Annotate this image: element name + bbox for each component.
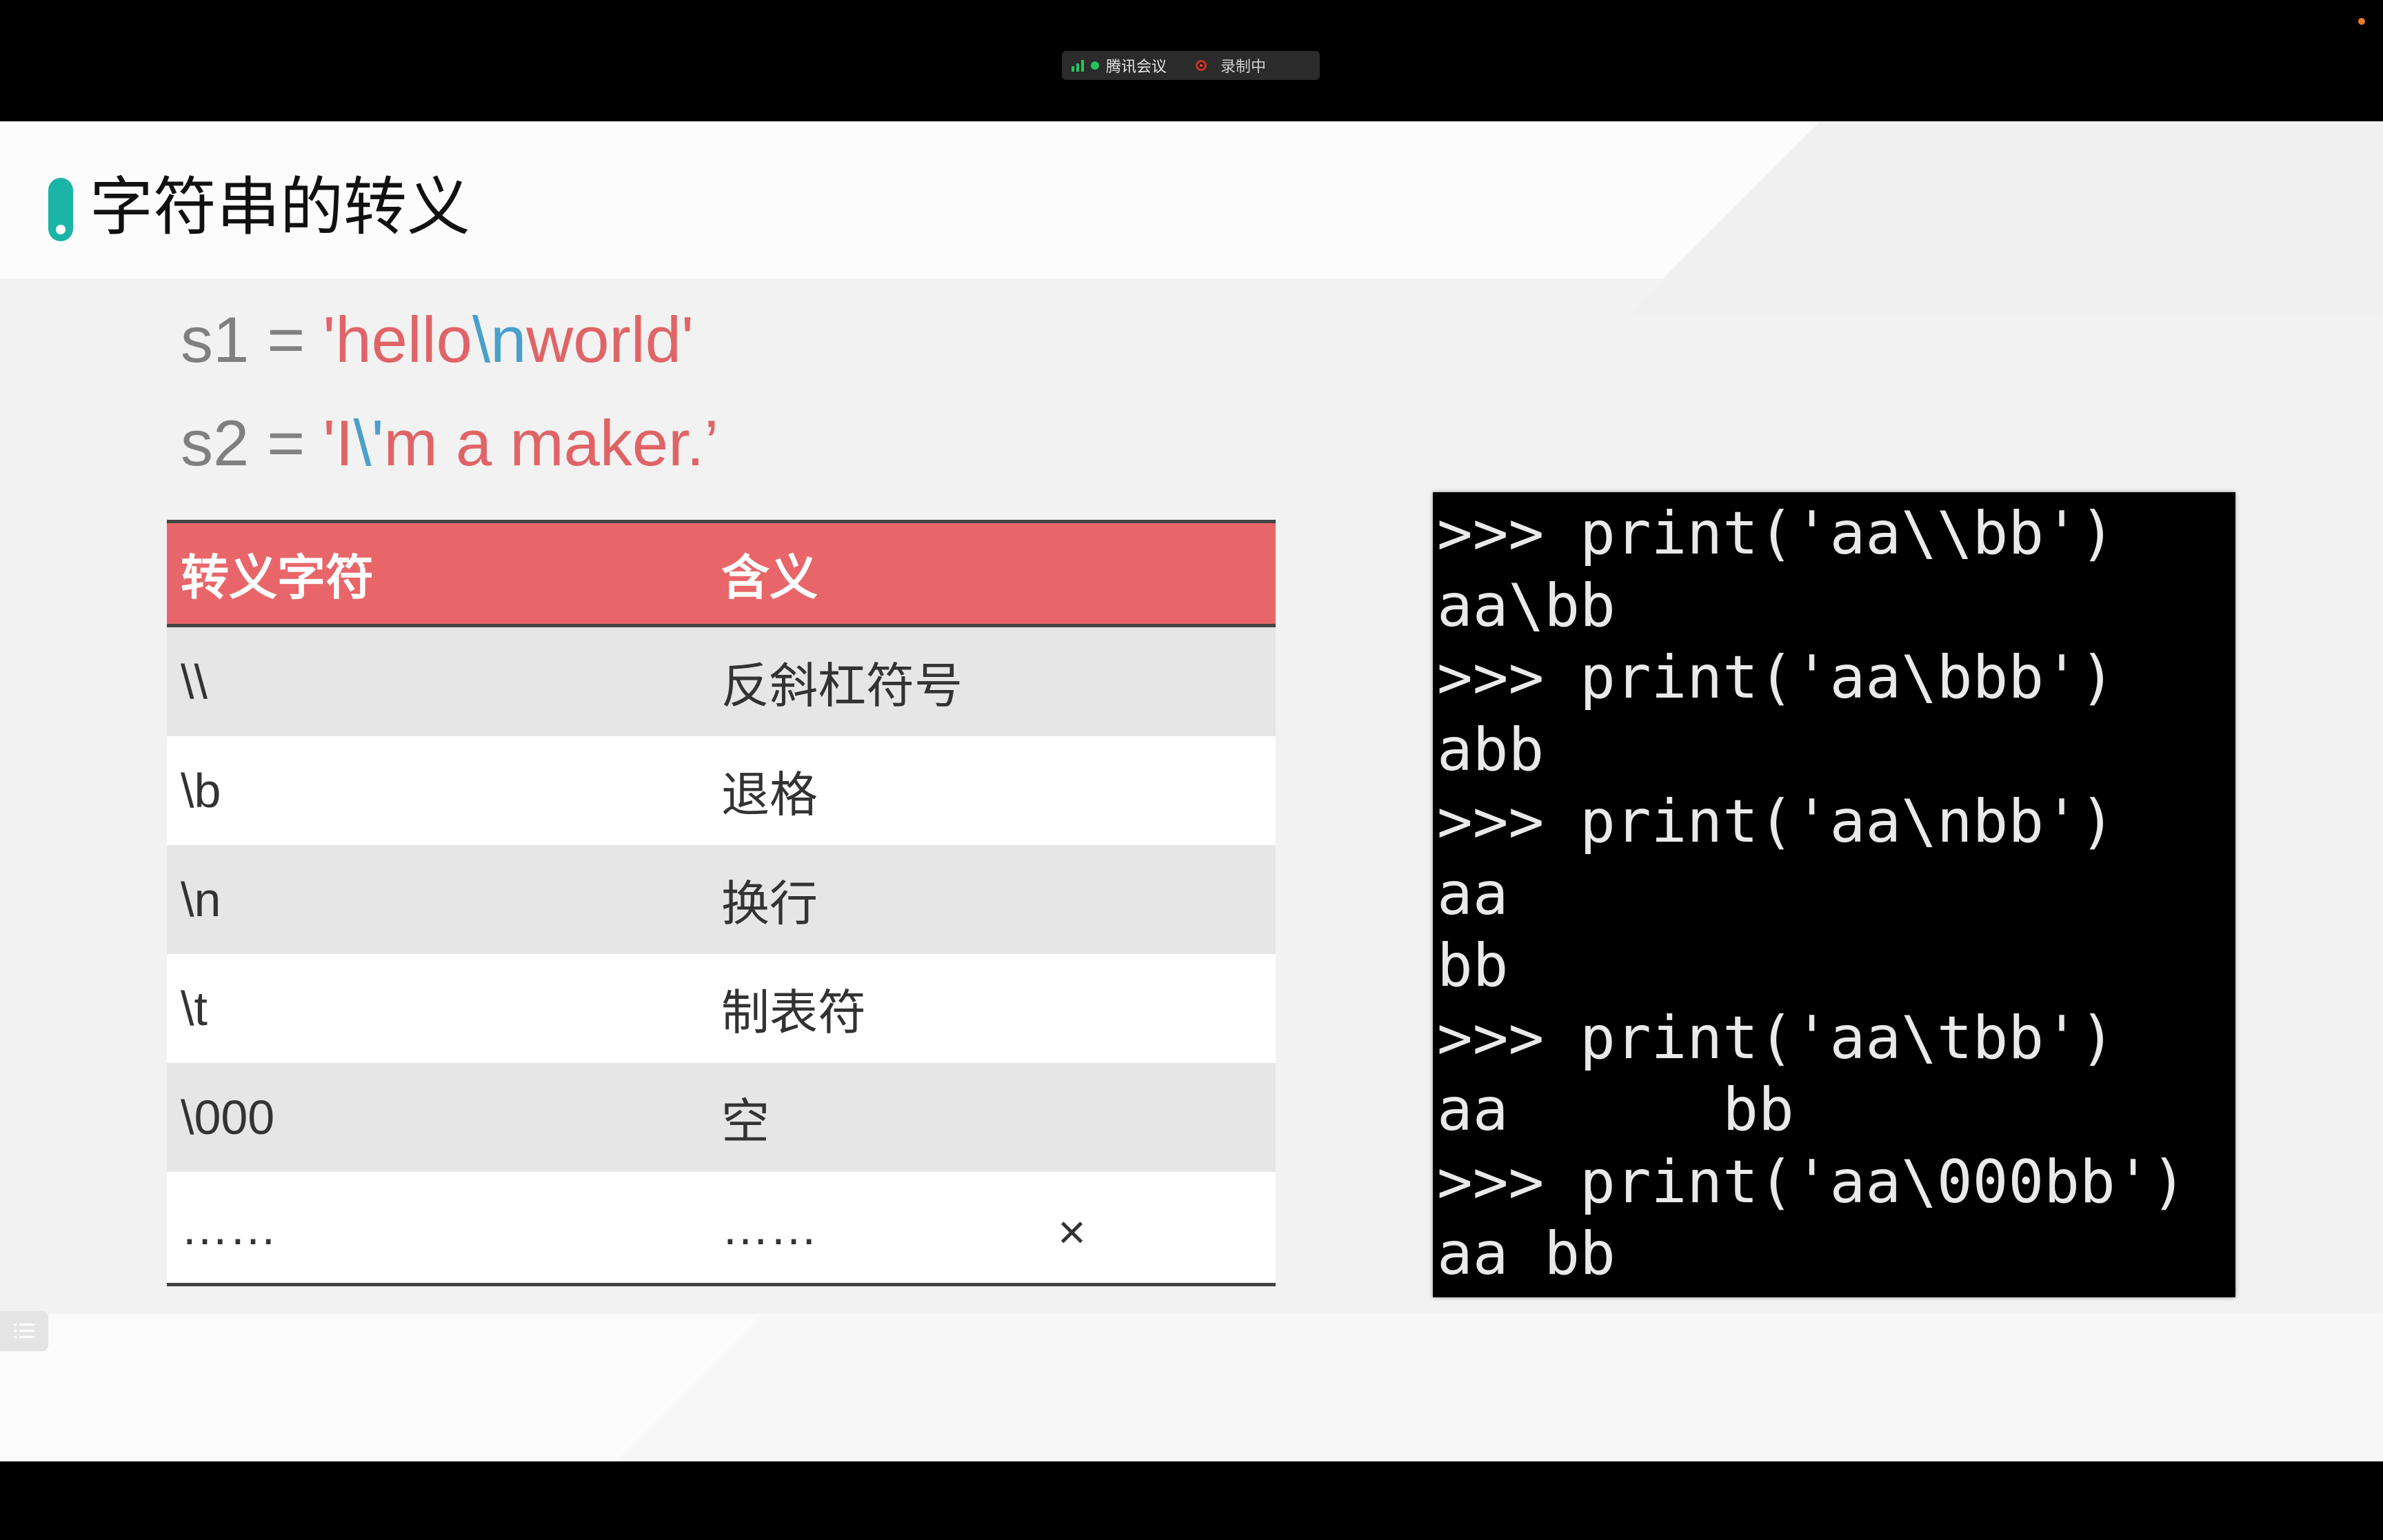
table-cell-meaning: …… bbox=[721, 1200, 818, 1255]
record-icon bbox=[1196, 60, 1207, 71]
code-string-part: 'hello bbox=[323, 303, 472, 376]
table-row: \\ 反斜杠符号 bbox=[167, 627, 1276, 736]
connection-status-icon bbox=[1091, 61, 1099, 70]
code-example-s2: s2 = 'I\'m a maker.’ bbox=[181, 411, 718, 476]
table-cell-meaning: 空 bbox=[721, 1094, 770, 1148]
decorative-stripe bbox=[616, 1314, 2383, 1461]
notification-dot-icon bbox=[2358, 18, 2365, 25]
bottom-black-bar bbox=[0, 1461, 2383, 1540]
list-icon bbox=[14, 1324, 34, 1338]
presentation-slide: 字符串的转义 s1 = 'hello\nworld' s2 = 'I\'m a … bbox=[0, 121, 2383, 1461]
meeting-top-bar: 腾讯会议 录制中 bbox=[0, 0, 2383, 121]
table-row: \000 空 bbox=[167, 1063, 1276, 1172]
code-string-part: m a maker.’ bbox=[383, 407, 719, 479]
table-cell-meaning: 反斜杠符号 bbox=[721, 658, 963, 713]
table-cell-escape: \b bbox=[181, 764, 221, 818]
table-cell-meaning: 换行 bbox=[721, 876, 818, 931]
recording-label: 录制中 bbox=[1220, 59, 1267, 76]
outline-list-button[interactable] bbox=[0, 1311, 48, 1351]
table-cell-escape: …… bbox=[181, 1200, 277, 1255]
title-marker-icon bbox=[48, 178, 73, 241]
slide-title: 字符串的转义 bbox=[90, 170, 471, 244]
python-console-screenshot: >>> print('aa\\bb') aa\bb >>> print('aa\… bbox=[1433, 492, 2235, 1297]
column-header-meaning: 含义 bbox=[721, 549, 818, 606]
code-escape-part: \' bbox=[353, 407, 384, 479]
table-cell-escape: \t bbox=[181, 982, 208, 1035]
table-cell-escape: \n bbox=[181, 873, 221, 926]
code-prefix: s1 = bbox=[181, 303, 323, 376]
table-cell-escape: \\ bbox=[181, 655, 208, 709]
table-cell-escape: \000 bbox=[181, 1091, 275, 1144]
code-example-s1: s1 = 'hello\nworld' bbox=[181, 307, 694, 372]
table-header: 转义字符 含义 bbox=[167, 520, 1276, 627]
code-string-part: 'I bbox=[323, 407, 354, 479]
code-string-part: world' bbox=[526, 303, 694, 376]
console-output: >>> print('aa\\bb') aa\bb >>> print('aa\… bbox=[1437, 499, 2187, 1288]
meeting-app-name: 腾讯会议 bbox=[1106, 59, 1167, 76]
escape-table: 转义字符 含义 \\ 反斜杠符号 \b 退格 \n 换行 \t 制表符 \000 bbox=[167, 520, 1276, 1286]
table-row: \b 退格 bbox=[167, 736, 1276, 845]
table-row: …… …… × bbox=[167, 1172, 1276, 1286]
table-cell-meaning: 制表符 bbox=[721, 985, 866, 1040]
table-cell-meaning: 退格 bbox=[721, 767, 818, 822]
code-escape-part: \n bbox=[472, 303, 527, 376]
signal-strength-icon bbox=[1072, 59, 1084, 72]
code-prefix: s2 = bbox=[181, 407, 323, 479]
table-row: \n 换行 bbox=[167, 845, 1276, 954]
cursor-mark-icon: × bbox=[1058, 1205, 1086, 1259]
column-header-escape: 转义字符 bbox=[181, 549, 374, 606]
table-row: \t 制表符 bbox=[167, 954, 1276, 1063]
meeting-status-pill[interactable]: 腾讯会议 录制中 bbox=[1062, 51, 1320, 80]
